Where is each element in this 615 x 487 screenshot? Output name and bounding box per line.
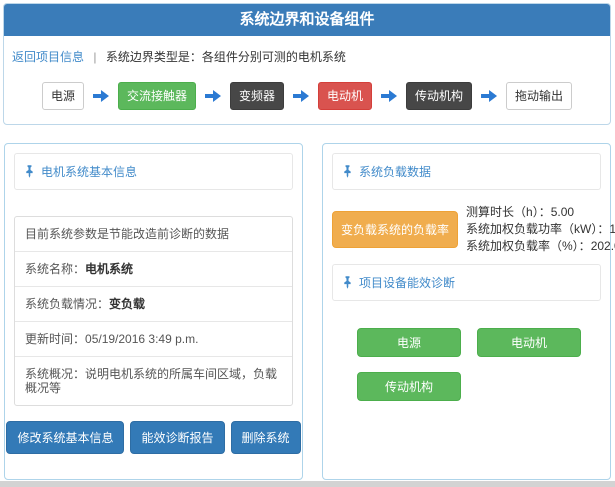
pushpin-icon <box>342 165 353 178</box>
page-bottom-strip <box>0 481 615 487</box>
edit-system-info-button[interactable]: 修改系统基本信息 <box>6 421 124 454</box>
flow-step-motor[interactable]: 电动机 <box>318 82 372 110</box>
diagnose-motor-button[interactable]: 电动机 <box>477 328 581 357</box>
info-row-overview: 系统概况：说明电机系统的所属车间区域，负载概况等 <box>15 357 292 405</box>
flow-step-drag-output[interactable]: 拖动输出 <box>506 82 572 110</box>
system-boundary-panel: 系统边界和设备组件 返回项目信息 | 系统边界类型是：各组件分别可测的电机系统 … <box>3 3 611 125</box>
system-load-header: 系统负载数据 <box>332 153 601 190</box>
system-info-list: 目前系统参数是节能改造前诊断的数据 系统名称：电机系统 系统负载情况：变负载 更… <box>14 216 293 406</box>
stat-weighted-load-power: 系统加权负载功率（kW）：136.00 <box>466 221 615 238</box>
flow-step-ac-contactor[interactable]: 交流接触器 <box>118 82 196 110</box>
diagnose-power-button[interactable]: 电源 <box>357 328 461 357</box>
diagnosis-buttons: 电源 电动机 传动机构 <box>357 328 590 401</box>
pushpin-icon <box>342 276 353 289</box>
flow-arrow-icon <box>293 90 309 102</box>
variable-load-rate-button[interactable]: 变负载系统的负载率 <box>332 211 458 248</box>
stat-duration: 测算时长（h）：5.00 <box>466 204 615 221</box>
stat-weighted-load-rate: 系统加权负载率（%）：202.00 <box>466 238 615 255</box>
flow-arrow-icon <box>481 90 497 102</box>
motor-system-info-header: 电机系统基本信息 <box>14 153 293 190</box>
load-rate-row: 变负载系统的负载率 测算时长（h）：5.00 系统加权负载功率（kW）：136.… <box>332 202 604 255</box>
breadcrumb: 返回项目信息 | 系统边界类型是：各组件分别可测的电机系统 <box>4 36 610 65</box>
equipment-diagnosis-title: 项目设备能效诊断 <box>359 274 455 291</box>
info-row-load-condition: 系统负载情况：变负载 <box>15 287 292 322</box>
efficiency-report-button[interactable]: 能效诊断报告 <box>130 421 224 454</box>
motor-system-info-panel: 电机系统基本信息 目前系统参数是节能改造前诊断的数据 系统名称：电机系统 系统负… <box>4 143 303 480</box>
pushpin-icon <box>24 165 35 178</box>
info-row-system-name: 系统名称：电机系统 <box>15 252 292 287</box>
system-load-panel: 系统负载数据 变负载系统的负载率 测算时长（h）：5.00 系统加权负载功率（k… <box>322 143 611 480</box>
info-row-note: 目前系统参数是节能改造前诊断的数据 <box>15 217 292 252</box>
flow-step-transmission[interactable]: 传动机构 <box>406 82 472 110</box>
flow-arrow-icon <box>205 90 221 102</box>
equipment-diagnosis-header: 项目设备能效诊断 <box>332 264 601 301</box>
boundary-type-text: 系统边界类型是：各组件分别可测的电机系统 <box>106 50 346 64</box>
motor-system-info-title: 电机系统基本信息 <box>41 163 137 180</box>
page-title: 系统边界和设备组件 <box>4 4 610 36</box>
left-panel-actions: 修改系统基本信息 能效诊断报告 删除系统 <box>5 421 302 454</box>
back-to-project-link[interactable]: 返回项目信息 <box>12 50 84 64</box>
delete-system-button[interactable]: 删除系统 <box>231 421 301 454</box>
component-flow-diagram: 电源 交流接触器 变频器 电动机 传动机构 拖动输出 <box>4 82 610 110</box>
flow-step-inverter[interactable]: 变频器 <box>230 82 284 110</box>
flow-arrow-icon <box>93 90 109 102</box>
system-load-title: 系统负载数据 <box>359 163 431 180</box>
diagnose-transmission-button[interactable]: 传动机构 <box>357 372 461 401</box>
info-row-update-time: 更新时间：05/19/2016 3:49 p.m. <box>15 322 292 357</box>
load-stats: 测算时长（h）：5.00 系统加权负载功率（kW）：136.00 系统加权负载率… <box>466 202 615 255</box>
flow-step-power[interactable]: 电源 <box>42 82 84 110</box>
flow-arrow-icon <box>381 90 397 102</box>
breadcrumb-separator: | <box>93 50 96 64</box>
